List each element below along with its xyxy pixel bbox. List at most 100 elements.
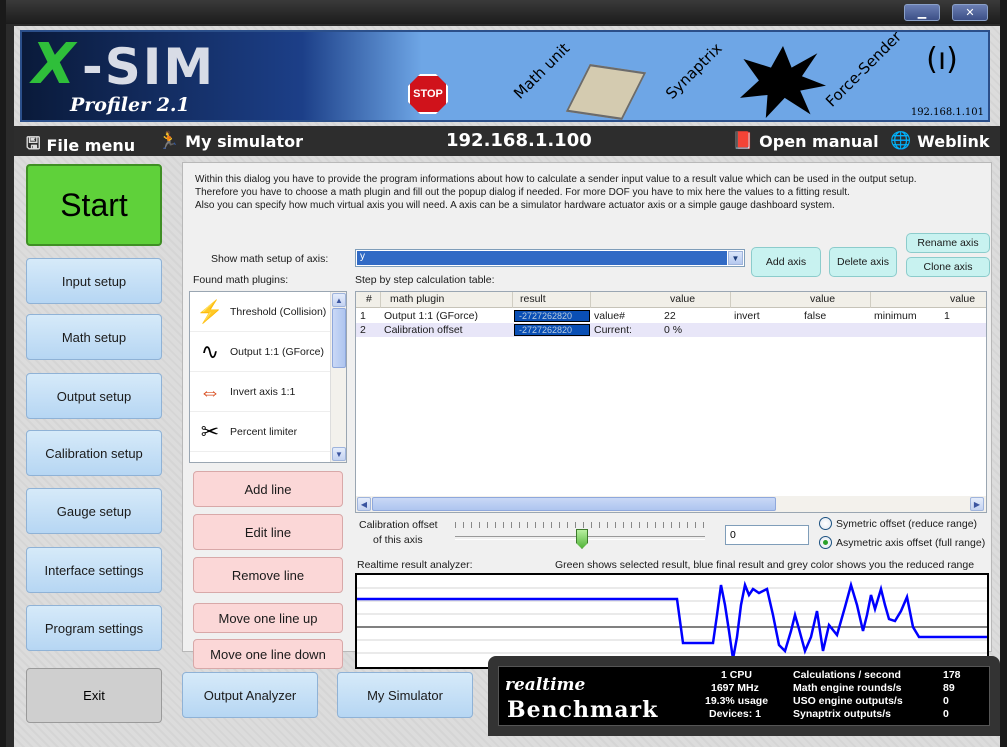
cpu-usage: 19.3% usage — [705, 695, 769, 707]
scroll-left-icon[interactable]: ◀ — [357, 497, 371, 511]
close-button[interactable]: ✕ — [952, 4, 988, 21]
row-cell: 22 — [664, 310, 676, 322]
rename-axis-button[interactable]: Rename axis — [906, 233, 990, 253]
x-logo: X — [32, 32, 76, 97]
column-header: result — [520, 293, 546, 305]
row-cell: minimum — [874, 310, 917, 322]
scroll-right-icon[interactable]: ▶ — [970, 497, 984, 511]
axis-select[interactable]: y ▼ — [355, 249, 745, 267]
weblink-menu[interactable]: 🌐 Weblink — [890, 131, 990, 151]
asymmetric-offset-radio[interactable]: Asymetric axis offset (full range) — [819, 536, 985, 549]
column-header: value — [950, 293, 976, 305]
plugin-list-scrollbar[interactable]: ▲ ▼ — [330, 292, 346, 462]
table-horizontal-scrollbar[interactable]: ◀ ▶ — [356, 496, 986, 512]
open-manual-label: Open manual — [759, 131, 879, 151]
column-header: # — [366, 293, 372, 305]
file-menu[interactable]: 🖫 File menu — [26, 131, 135, 160]
calibration-setup-button[interactable]: Calibration setup — [26, 430, 162, 476]
my-simulator-label: My simulator — [185, 131, 303, 151]
local-ip: 192.168.1.100 — [446, 130, 592, 151]
radio-circle-selected — [819, 536, 832, 549]
slider-thumb[interactable] — [576, 529, 588, 549]
intro-text: Within this dialog you have to provide t… — [195, 173, 990, 212]
list-item[interactable]: ∿ Output 1:1 (GForce) — [190, 332, 330, 372]
interface-settings-button[interactable]: Interface settings — [26, 547, 162, 593]
my-simulator-button[interactable]: My Simulator — [337, 672, 473, 718]
globe-icon: 🌐 — [890, 131, 912, 151]
move-line-down-button[interactable]: Move one line down — [193, 639, 343, 669]
row-cell: false — [804, 310, 827, 322]
cpu-mhz: 1697 MHz — [711, 682, 759, 694]
cpu-count: 1 CPU — [721, 669, 752, 681]
delete-axis-button[interactable]: Delete axis — [829, 247, 897, 277]
intro-line-2: Therefore you have to choose a math plug… — [195, 187, 850, 198]
column-header: value — [810, 293, 836, 305]
row-number: 2 — [360, 324, 366, 336]
output-analyzer-button[interactable]: Output Analyzer — [182, 672, 318, 718]
calibration-value-field[interactable]: 0 — [725, 525, 809, 545]
add-axis-button[interactable]: Add axis — [751, 247, 821, 277]
synaptrix-label: Synaptrix — [662, 39, 726, 103]
table-row[interactable]: 1 Output 1:1 (GForce) -2727262820 value#… — [356, 309, 986, 323]
stop-icon: STOP — [408, 74, 448, 114]
scroll-up-icon[interactable]: ▲ — [332, 293, 346, 307]
edit-line-button[interactable]: Edit line — [193, 514, 343, 550]
minimize-button[interactable]: ▁ — [904, 4, 940, 21]
move-line-up-button[interactable]: Move one line up — [193, 603, 343, 633]
intro-line-3: Also you can specify how much virtual ax… — [195, 200, 835, 211]
scissors-icon: ✂ — [200, 418, 220, 444]
sine-wave-icon: ∿ — [200, 338, 220, 364]
math-setup-button[interactable]: Math setup — [26, 314, 162, 360]
plugin-list[interactable]: ⚡ Threshold (Collision) ∿ Output 1:1 (GF… — [189, 291, 347, 463]
analyzer-label: Realtime result analyzer: — [357, 559, 473, 571]
exit-button[interactable]: Exit — [26, 668, 162, 723]
row-plugin: Output 1:1 (GForce) — [384, 310, 478, 322]
scroll-thumb[interactable] — [372, 497, 776, 511]
stat-label: USO engine outputs/s — [793, 695, 903, 707]
math-setup-panel: Within this dialog you have to provide t… — [182, 162, 992, 669]
row-cell: 1 — [944, 310, 950, 322]
weblink-label: Weblink — [917, 131, 990, 151]
benchmark-panel: realtime Benchmark 1 CPU 1697 MHz 19.3% … — [488, 656, 1000, 736]
input-setup-button[interactable]: Input setup — [26, 258, 162, 304]
axis-select-label: Show math setup of axis: — [211, 253, 329, 265]
open-manual-menu[interactable]: 📕 Open manual — [732, 131, 879, 151]
stat-value: 89 — [943, 682, 955, 694]
app-window: ▁ ✕ X -SIM Profiler 2.1 STOP Math unit S… — [6, 0, 1000, 747]
plugin-name: Output 1:1 (GForce) — [230, 345, 324, 358]
program-settings-button[interactable]: Program settings — [26, 605, 162, 651]
title-bar: ▁ ✕ — [6, 0, 1000, 24]
scroll-down-icon[interactable]: ▼ — [332, 447, 346, 461]
list-item[interactable]: ⇔ Invert axis 1:1 — [190, 372, 330, 412]
calibration-offset-label: Calibration offset — [359, 519, 438, 531]
row-cell: Current: — [594, 324, 632, 336]
output-setup-button[interactable]: Output setup — [26, 373, 162, 419]
book-icon: 📕 — [732, 131, 754, 151]
benchmark-display: realtime Benchmark 1 CPU 1697 MHz 19.3% … — [498, 666, 990, 726]
row-cell: 0 % — [664, 324, 683, 336]
realtime-analyzer — [355, 573, 989, 669]
stat-label: Synaptrix outputs/s — [793, 708, 892, 720]
add-line-button[interactable]: Add line — [193, 471, 343, 507]
plugin-name: Invert axis 1:1 — [230, 385, 296, 398]
sender-ip: 192.168.1.101 — [910, 107, 984, 118]
benchmark-logo-bottom: Benchmark — [507, 697, 659, 723]
clone-axis-button[interactable]: Clone axis — [906, 257, 990, 277]
result-line — [357, 580, 987, 660]
lightning-icon: ⚡ — [196, 298, 224, 324]
calculation-table[interactable]: # math plugin result value value value 1… — [355, 291, 987, 513]
chevron-down-icon[interactable]: ▼ — [728, 251, 743, 265]
analyzer-legend: Green shows selected result, blue final … — [555, 559, 975, 571]
list-item[interactable]: ✂ Percent limiter — [190, 412, 330, 452]
math-unit-label: Math unit — [510, 39, 574, 103]
stat-value: 0 — [943, 708, 949, 720]
my-simulator-menu[interactable]: 🏃 My simulator — [158, 131, 303, 151]
start-button[interactable]: Start — [26, 164, 162, 246]
table-row-selected[interactable]: 2 Calibration offset -2727262820 Current… — [356, 323, 986, 337]
list-item[interactable]: ⚡ Threshold (Collision) — [190, 292, 330, 332]
radio-label: Asymetric axis offset (full range) — [836, 536, 986, 549]
symmetric-offset-radio[interactable]: Symetric offset (reduce range) — [819, 517, 977, 530]
gauge-setup-button[interactable]: Gauge setup — [26, 488, 162, 534]
remove-line-button[interactable]: Remove line — [193, 557, 343, 593]
scroll-thumb[interactable] — [332, 308, 346, 368]
